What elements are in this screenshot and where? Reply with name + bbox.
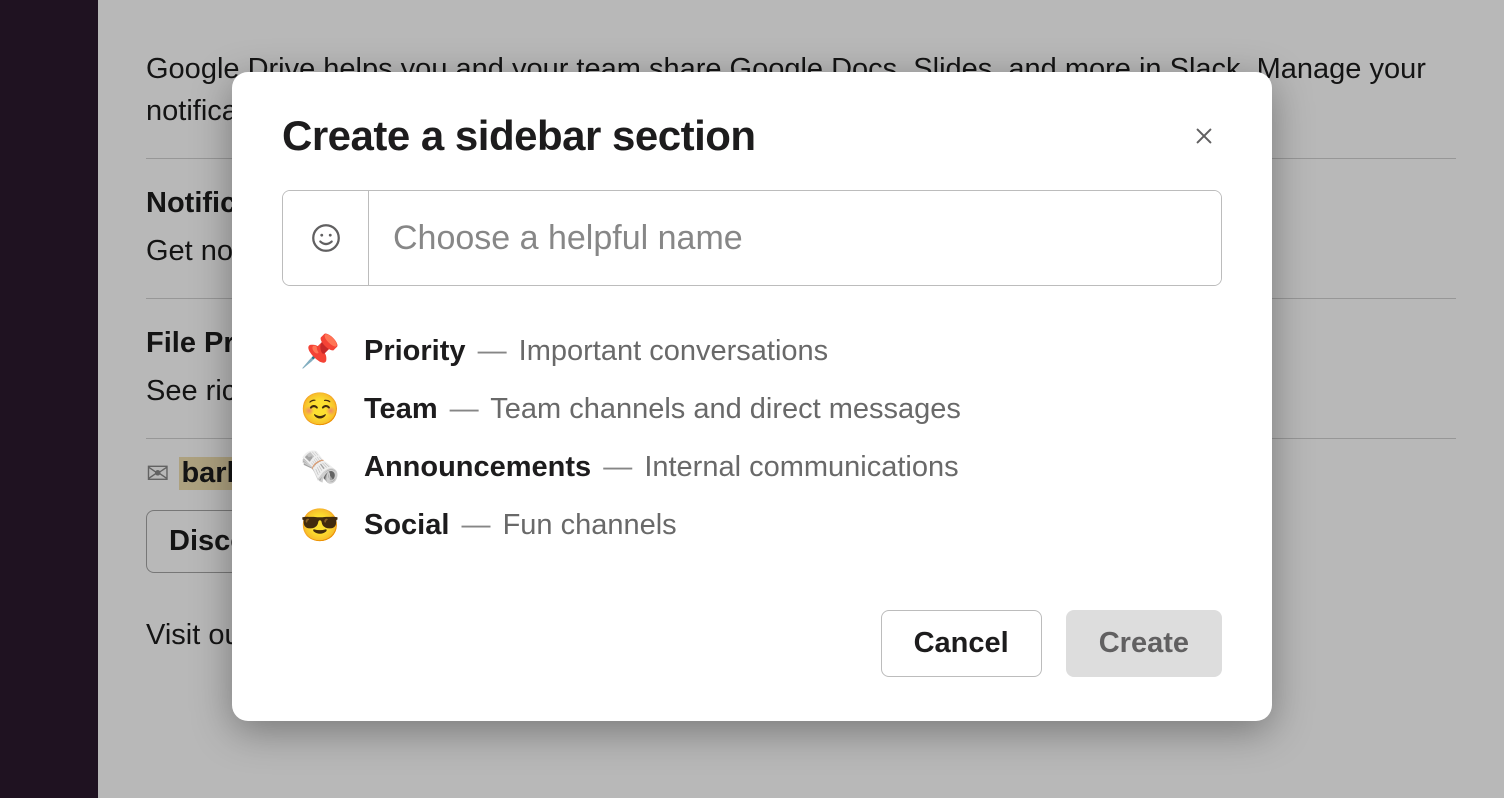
pushpin-icon: 📌 [300,332,340,370]
emoji-picker-button[interactable] [283,191,369,285]
separator: — [446,393,483,425]
suggestion-text: Team — Team channels and direct messages [364,393,961,426]
suggestion-announcements[interactable]: 🗞️ Announcements — Internal communicatio… [300,438,1222,496]
suggestion-desc: Fun channels [503,509,677,541]
suggestion-name: Social [364,509,449,541]
sunglasses-icon: 😎 [300,506,340,544]
smiling-face-icon: ☺️ [300,390,340,428]
close-icon [1193,125,1215,147]
suggestion-desc: Internal communications [644,451,958,483]
suggestions-list: 📌 Priority — Important conversations ☺️ … [282,322,1222,554]
modal-header: Create a sidebar section [282,112,1222,160]
suggestion-name: Announcements [364,451,591,483]
suggestion-priority[interactable]: 📌 Priority — Important conversations [300,322,1222,380]
modal-title: Create a sidebar section [282,112,756,160]
suggestion-desc: Team channels and direct messages [490,393,961,425]
suggestion-text: Priority — Important conversations [364,335,828,368]
separator: — [599,451,636,483]
modal-footer: Cancel Create [282,610,1222,677]
suggestion-text: Social — Fun channels [364,509,677,542]
suggestion-team[interactable]: ☺️ Team — Team channels and direct messa… [300,380,1222,438]
suggestion-social[interactable]: 😎 Social — Fun channels [300,496,1222,554]
suggestion-name: Priority [364,335,466,367]
modal-overlay: Create a sidebar section 📌 [0,0,1504,798]
create-button[interactable]: Create [1066,610,1222,677]
create-section-modal: Create a sidebar section 📌 [232,72,1272,721]
close-button[interactable] [1186,118,1222,154]
suggestion-name: Team [364,393,438,425]
name-input-group [282,190,1222,286]
separator: — [458,509,495,541]
suggestion-text: Announcements — Internal communications [364,451,959,484]
separator: — [474,335,511,367]
cancel-button[interactable]: Cancel [881,610,1042,677]
newspaper-icon: 🗞️ [300,448,340,486]
section-name-input[interactable] [369,191,1221,285]
suggestion-desc: Important conversations [519,335,828,367]
smiley-icon [309,221,343,255]
